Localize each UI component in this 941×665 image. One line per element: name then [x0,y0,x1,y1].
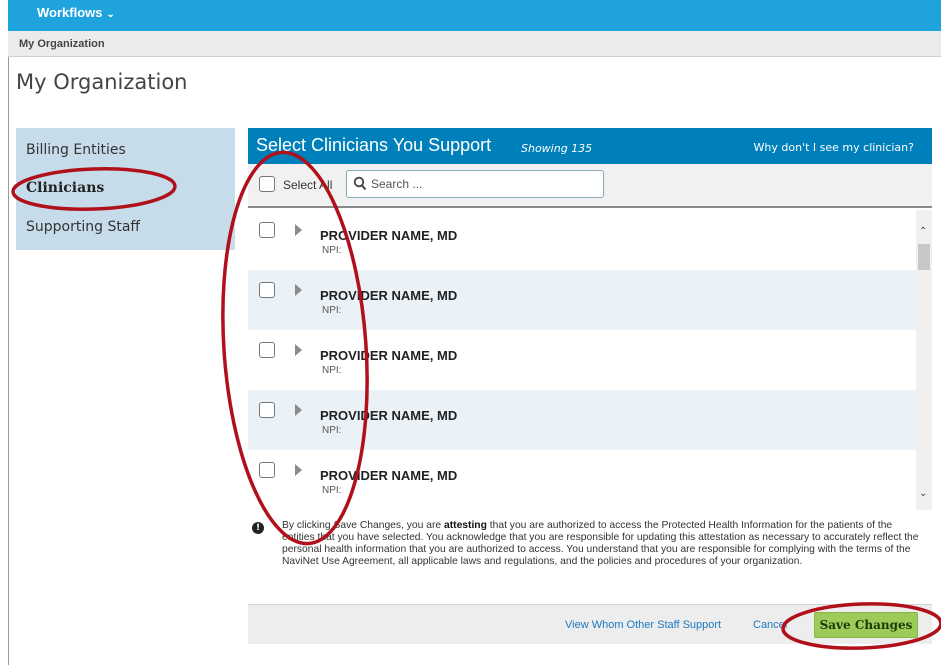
expand-arrow-icon[interactable] [295,224,302,236]
search-toolbar: Select All [248,164,932,208]
panel-header: Select Clinicians You Support Showing 13… [248,128,932,164]
attestation-notice: ! By clicking Save Changes, you are atte… [248,520,932,604]
expand-arrow-icon[interactable] [295,404,302,416]
footer-bar: View Whom Other Staff Support Cancel Sav… [248,604,932,644]
window-left-border [8,0,9,665]
page-title: My Organization [16,70,188,94]
provider-name: PROVIDER NAME, MD [320,408,458,423]
search-icon [353,176,367,191]
breadcrumb: My Organization [8,31,941,57]
scroll-up-icon[interactable]: ⌃ [919,226,927,237]
provider-checkbox[interactable] [259,462,275,478]
clinician-list: PROVIDER NAME, MD NPI: PROVIDER NAME, MD… [248,210,932,510]
provider-checkbox[interactable] [259,222,275,238]
chevron-down-icon: ⌄ [106,9,115,20]
provider-name: PROVIDER NAME, MD [320,288,458,303]
select-all-label[interactable]: Select All [283,178,332,192]
scroll-down-icon[interactable]: ⌄ [919,488,927,499]
cancel-link[interactable]: Cancel [753,619,787,631]
top-nav-bar: Workflows ⌄ [8,0,941,31]
select-all-checkbox[interactable] [259,176,275,192]
provider-npi: NPI: [322,305,342,316]
provider-npi: NPI: [322,245,342,256]
info-icon: ! [252,522,264,534]
panel-title: Select Clinicians You Support [256,135,492,155]
sidebar-item-supporting-staff[interactable]: Supporting Staff [26,219,140,235]
provider-name: PROVIDER NAME, MD [320,468,458,483]
why-clinician-link[interactable]: Why don't I see my clinician? [754,141,914,154]
list-item: PROVIDER NAME, MD NPI: [248,330,916,390]
provider-checkbox[interactable] [259,342,275,358]
showing-count: Showing 135 [521,142,593,155]
sidebar-item-billing-entities[interactable]: Billing Entities [26,142,126,158]
workflows-label: Workflows [37,5,103,20]
attestation-text-start: By clicking Save Changes, you are [282,520,444,531]
save-changes-button[interactable]: Save Changes [814,612,918,638]
provider-checkbox[interactable] [259,282,275,298]
expand-arrow-icon[interactable] [295,344,302,356]
list-scrollbar[interactable]: ⌃ ⌄ [916,210,932,510]
provider-npi: NPI: [322,425,342,436]
breadcrumb-item[interactable]: My Organization [19,38,105,50]
list-item: PROVIDER NAME, MD NPI: [248,450,916,510]
attestation-text: By clicking Save Changes, you are attest… [282,520,927,568]
sidebar: Billing Entities Clinicians Supporting S… [16,128,235,250]
search-input[interactable] [371,175,596,193]
provider-name: PROVIDER NAME, MD [320,228,458,243]
attestation-bold: attesting [443,520,487,531]
workflows-menu[interactable]: Workflows ⌄ [37,5,115,20]
view-other-staff-link[interactable]: View Whom Other Staff Support [565,619,721,631]
sidebar-item-clinicians[interactable]: Clinicians [26,180,104,196]
provider-name: PROVIDER NAME, MD [320,348,458,363]
provider-npi: NPI: [322,485,342,496]
expand-arrow-icon[interactable] [295,464,302,476]
search-box [346,170,604,198]
list-item: PROVIDER NAME, MD NPI: [248,270,916,330]
list-item: PROVIDER NAME, MD NPI: [248,390,916,450]
provider-npi: NPI: [322,365,342,376]
provider-checkbox[interactable] [259,402,275,418]
list-item: PROVIDER NAME, MD NPI: [248,210,916,270]
expand-arrow-icon[interactable] [295,284,302,296]
scrollbar-thumb[interactable] [918,244,930,270]
